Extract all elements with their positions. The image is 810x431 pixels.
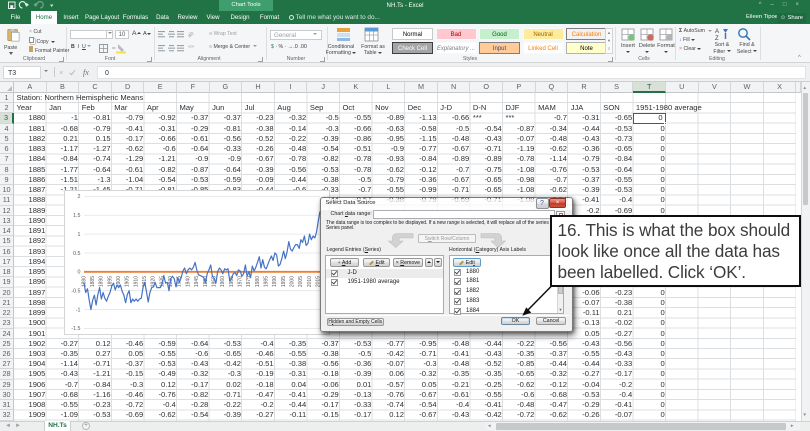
svg-text:-1: -1 — [76, 307, 81, 313]
svg-text:1995: 1995 — [281, 276, 287, 287]
svg-text:A: A — [715, 29, 719, 35]
svg-text:1: 1 — [78, 232, 81, 238]
svg-text:1.5: 1.5 — [73, 213, 80, 219]
svg-text:1960: 1960 — [220, 276, 226, 287]
svg-text:-1.5: -1.5 — [71, 326, 80, 332]
svg-text:0.5: 0.5 — [73, 251, 80, 257]
svg-text:1985: 1985 — [264, 276, 270, 287]
svg-text:1910: 1910 — [133, 276, 139, 287]
svg-text:1970: 1970 — [238, 276, 244, 287]
svg-text:1945: 1945 — [194, 276, 200, 287]
svg-text:-0.5: -0.5 — [71, 289, 80, 295]
svg-text:1890: 1890 — [99, 276, 105, 287]
svg-text:1885: 1885 — [90, 276, 96, 287]
svg-text:1990: 1990 — [272, 276, 278, 287]
svg-text:1980: 1980 — [255, 276, 261, 287]
svg-text:2000: 2000 — [290, 276, 296, 287]
svg-text:2010: 2010 — [307, 276, 313, 287]
svg-text:0: 0 — [78, 270, 81, 276]
svg-text:Z: Z — [715, 36, 719, 41]
svg-text:1975: 1975 — [246, 276, 252, 287]
svg-text:2005: 2005 — [298, 276, 304, 287]
svg-text:1940: 1940 — [185, 276, 191, 287]
svg-text:2: 2 — [78, 194, 81, 200]
svg-text:1905: 1905 — [125, 276, 131, 287]
